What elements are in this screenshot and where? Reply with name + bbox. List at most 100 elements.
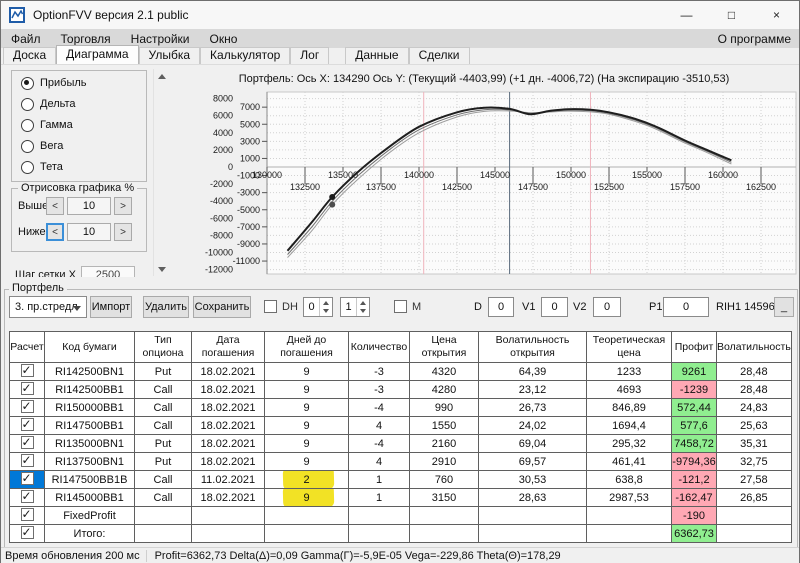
cell-days[interactable]: 2	[265, 471, 349, 489]
cell-date[interactable]: 18.02.2021	[192, 489, 265, 507]
cell-code[interactable]: RI142500BN1	[45, 363, 135, 381]
cell-profit[interactable]: -190	[672, 507, 717, 525]
cell-theo-price[interactable]: 1694,4	[587, 417, 672, 435]
cell-qty[interactable]: -3	[349, 381, 410, 399]
cell-qty[interactable]: 1	[349, 471, 410, 489]
profit-chart[interactable]: 80006000400020000-2000-4000-6000-8000-10…	[169, 88, 799, 283]
save-button[interactable]: Сохранить	[193, 296, 251, 318]
draw-below-dec-button[interactable]: <	[46, 223, 64, 241]
tab-kalkulyator[interactable]: Калькулятор	[200, 47, 290, 64]
cell-volatility[interactable]: 27,58	[717, 471, 792, 489]
cell-raschet[interactable]	[10, 471, 45, 489]
cell-theo-price[interactable]: 2987,53	[587, 489, 672, 507]
cell-open-vol[interactable]	[479, 507, 587, 525]
menu-item-file[interactable]: Файл	[1, 29, 51, 48]
row-checkbox[interactable]	[21, 454, 34, 467]
dh-checkbox-box[interactable]	[264, 300, 277, 313]
cell-days[interactable]: 9	[265, 435, 349, 453]
cell-type[interactable]: Put	[135, 363, 192, 381]
cell-open-vol[interactable]	[479, 525, 587, 543]
cell-open-vol[interactable]: 30,53	[479, 471, 587, 489]
profit-chart-svg[interactable]: 80006000400020000-2000-4000-6000-8000-10…	[169, 88, 799, 280]
cell-volatility[interactable]: 28,48	[717, 363, 792, 381]
cell-open-price[interactable]: 2910	[410, 453, 479, 471]
cell-type[interactable]: Call	[135, 471, 192, 489]
cell-days[interactable]: 9	[265, 489, 349, 507]
cell-open-vol[interactable]: 28,63	[479, 489, 587, 507]
cell-raschet[interactable]	[10, 363, 45, 381]
scroll-down-icon[interactable]	[155, 262, 168, 276]
cell-open-price[interactable]: 1550	[410, 417, 479, 435]
cell-raschet[interactable]	[10, 489, 45, 507]
draw-above-dec-button[interactable]: <	[46, 197, 64, 215]
cell-profit[interactable]: 572,44	[672, 399, 717, 417]
radio-delta[interactable]: Дельта	[21, 95, 146, 113]
cell-open-price[interactable]: 760	[410, 471, 479, 489]
cell-profit[interactable]: 6362,73	[672, 525, 717, 543]
tab-sdelki[interactable]: Сделки	[409, 47, 470, 64]
cell-date[interactable]: 18.02.2021	[192, 417, 265, 435]
cell-open-price[interactable]: 4320	[410, 363, 479, 381]
tab-diagramma[interactable]: Диаграмма	[56, 45, 138, 64]
spinner-arrows-icon[interactable]	[319, 298, 332, 316]
maximize-icon[interactable]: □	[709, 1, 754, 29]
menu-item-about[interactable]: О программе	[718, 29, 791, 48]
cell-open-vol[interactable]: 23,12	[479, 381, 587, 399]
draw-above-value[interactable]: 10	[67, 197, 111, 215]
cell-code[interactable]: RI147500BB1	[45, 417, 135, 435]
cell-profit[interactable]: -162,47	[672, 489, 717, 507]
cell-open-vol[interactable]: 26,73	[479, 399, 587, 417]
cell-days[interactable]: 9	[265, 453, 349, 471]
cell-raschet[interactable]	[10, 507, 45, 525]
radio-teta[interactable]: Тета	[21, 158, 146, 176]
tab-ulybka[interactable]: Улыбка	[139, 47, 201, 64]
cell-volatility[interactable]: 28,48	[717, 381, 792, 399]
cell-raschet[interactable]	[10, 381, 45, 399]
cell-days[interactable]	[265, 507, 349, 525]
cell-qty[interactable]: 4	[349, 453, 410, 471]
cell-open-vol[interactable]: 24,02	[479, 417, 587, 435]
cell-date[interactable]: 11.02.2021	[192, 471, 265, 489]
cell-date[interactable]	[192, 507, 265, 525]
cell-code[interactable]: RI137500BN1	[45, 453, 135, 471]
cell-open-vol[interactable]: 64,39	[479, 363, 587, 381]
cell-volatility[interactable]: 26,85	[717, 489, 792, 507]
row-checkbox[interactable]	[21, 526, 34, 539]
cell-volatility[interactable]	[717, 525, 792, 543]
radio-vega[interactable]: Вега	[21, 137, 146, 155]
minimize-icon[interactable]: —	[664, 1, 709, 29]
cell-profit[interactable]: 577,6	[672, 417, 717, 435]
cell-date[interactable]: 18.02.2021	[192, 363, 265, 381]
cell-days[interactable]	[265, 525, 349, 543]
cell-volatility[interactable]: 24,83	[717, 399, 792, 417]
cell-theo-price[interactable]: 1233	[587, 363, 672, 381]
draw-above-inc-button[interactable]: >	[114, 197, 132, 215]
cell-open-price[interactable]	[410, 525, 479, 543]
cell-open-vol[interactable]: 69,04	[479, 435, 587, 453]
cell-days[interactable]: 9	[265, 399, 349, 417]
cell-type[interactable]: Call	[135, 417, 192, 435]
cell-profit[interactable]: -1239	[672, 381, 717, 399]
row-checkbox[interactable]	[21, 400, 34, 413]
v1-field[interactable]: 0	[541, 297, 568, 317]
tab-dannye[interactable]: Данные	[345, 47, 408, 64]
m-checkbox-box[interactable]	[394, 300, 407, 313]
m-checkbox[interactable]: М	[394, 300, 421, 313]
grid-step-input[interactable]: 2500	[81, 266, 135, 277]
cell-code[interactable]: FixedProfit	[45, 507, 135, 525]
cell-date[interactable]: 18.02.2021	[192, 399, 265, 417]
cell-raschet[interactable]	[10, 435, 45, 453]
cell-type[interactable]: Call	[135, 381, 192, 399]
row-checkbox[interactable]	[21, 472, 34, 485]
cell-profit[interactable]: 7458,72	[672, 435, 717, 453]
cell-code[interactable]: Итого:	[45, 525, 135, 543]
d-field[interactable]: 0	[488, 297, 514, 317]
draw-below-value[interactable]: 10	[67, 223, 111, 241]
row-checkbox[interactable]	[21, 490, 34, 503]
v2-field[interactable]: 0	[593, 297, 621, 317]
radio-pribyl[interactable]: Прибыль	[21, 74, 146, 92]
cell-date[interactable]: 18.02.2021	[192, 435, 265, 453]
close-icon[interactable]: ×	[754, 1, 799, 29]
import-button[interactable]: Импорт	[90, 296, 132, 318]
cell-qty[interactable]	[349, 525, 410, 543]
